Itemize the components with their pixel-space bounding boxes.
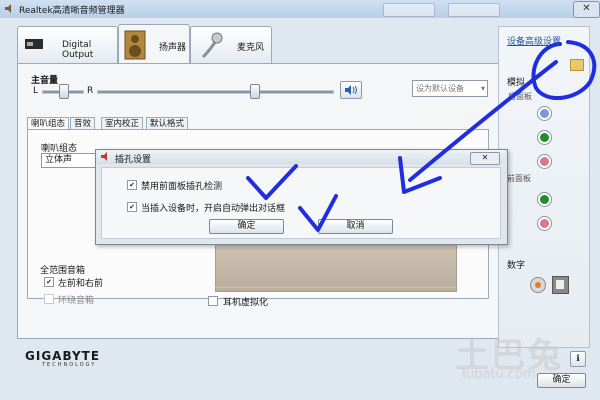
- advanced-settings-link[interactable]: 设备高级设置: [507, 34, 561, 47]
- tab-speakers[interactable]: 扬声器: [118, 24, 190, 65]
- divider: [215, 287, 456, 288]
- coaxial-output-icon[interactable]: [552, 276, 569, 294]
- surround-label: 环绕音箱: [58, 296, 95, 306]
- volume-icon: [345, 85, 357, 95]
- folder-icon[interactable]: [570, 59, 584, 71]
- dialog-title: 插孔设置: [115, 155, 152, 165]
- virtualization-label: 耳机虚拟化: [223, 298, 269, 308]
- front-lr-label: 左前和右前: [58, 279, 104, 289]
- jack-port-icon: [540, 157, 549, 166]
- front-panel-label: 前面板: [507, 174, 531, 183]
- speaker-stage-image: [215, 240, 457, 292]
- optical-output-icon[interactable]: [530, 277, 546, 293]
- disable-front-jack-detection-checkbox[interactable]: ✔: [127, 180, 137, 190]
- balance-slider[interactable]: [59, 84, 69, 99]
- jack-port-icon: [540, 109, 549, 118]
- front-jack-green[interactable]: [537, 192, 552, 207]
- dialog-ok-button[interactable]: 确定: [209, 219, 284, 234]
- dialog-title-bar: [96, 150, 505, 164]
- virtualization-checkbox[interactable]: [208, 296, 218, 306]
- jack-port-icon: [540, 133, 549, 142]
- chevron-down-icon: ▾: [480, 84, 485, 93]
- speaker-icon: [101, 152, 107, 161]
- default-device-dropdown[interactable]: 设为默认设备 ▾: [412, 80, 488, 97]
- microphone-icon: [201, 32, 223, 59]
- rear-jack-green[interactable]: [537, 130, 552, 145]
- info-button[interactable]: ℹ: [570, 351, 586, 367]
- volume-track: [97, 90, 334, 94]
- digital-output-icon: [25, 39, 43, 49]
- tab-digital-output[interactable]: Digital Output: [17, 26, 118, 65]
- tab-microphone[interactable]: 麦克风: [190, 26, 272, 65]
- brand-logo: GIGABYTE: [25, 349, 101, 363]
- speaker-icon: [124, 30, 146, 60]
- balance-left-label: L: [33, 86, 39, 96]
- brand-subtitle: TECHNOLOGY: [42, 362, 97, 368]
- surround-checkbox[interactable]: [44, 294, 54, 304]
- volume-label: 主音量: [31, 76, 59, 86]
- info-icon: ℹ: [576, 354, 580, 364]
- auto-popup-dialog-checkbox[interactable]: ✔: [127, 202, 137, 212]
- watermark-subtitle: Tubatu.com: [460, 367, 536, 382]
- auto-popup-dialog-label: 当插入设备时，开启自动弹出对话框: [141, 204, 286, 214]
- tab-digital-output-label: Digital Output: [62, 40, 94, 60]
- disable-front-jack-detection-label: 禁用前面板插孔检测: [141, 182, 223, 192]
- speaker-app-icon: [5, 4, 11, 13]
- jack-port-icon: [540, 219, 549, 228]
- volume-slider[interactable]: [250, 84, 260, 99]
- full-range-label: 全范围音箱: [40, 266, 86, 276]
- front-lr-checkbox[interactable]: ✔: [44, 277, 54, 287]
- window-title: Realtek高清晰音频管理器: [19, 6, 125, 16]
- tab-speakers-label: 扬声器: [159, 43, 187, 53]
- dialog-cancel-button[interactable]: 取消: [318, 219, 393, 234]
- jack-port-icon: [540, 195, 549, 204]
- close-button[interactable]: ✕: [573, 1, 600, 18]
- digital-label: 数字: [507, 261, 526, 271]
- tab-microphone-label: 麦克风: [237, 43, 265, 53]
- balance-right-label: R: [87, 86, 94, 96]
- default-device-label: 设为默认设备: [416, 84, 464, 93]
- dialog-close-button[interactable]: ✕: [470, 152, 500, 165]
- minimize-button[interactable]: [383, 3, 435, 17]
- mute-button[interactable]: [340, 81, 362, 99]
- front-jack-pink[interactable]: [537, 216, 552, 231]
- ok-button[interactable]: 确定: [537, 373, 586, 388]
- rear-panel-label: 后面板: [508, 92, 532, 101]
- rear-jack-pink[interactable]: [537, 154, 552, 169]
- maximize-button[interactable]: [448, 3, 500, 17]
- analog-label: 模拟: [507, 78, 526, 88]
- speaker-config-value: 立体声: [45, 155, 73, 165]
- rear-jack-blue[interactable]: [537, 106, 552, 121]
